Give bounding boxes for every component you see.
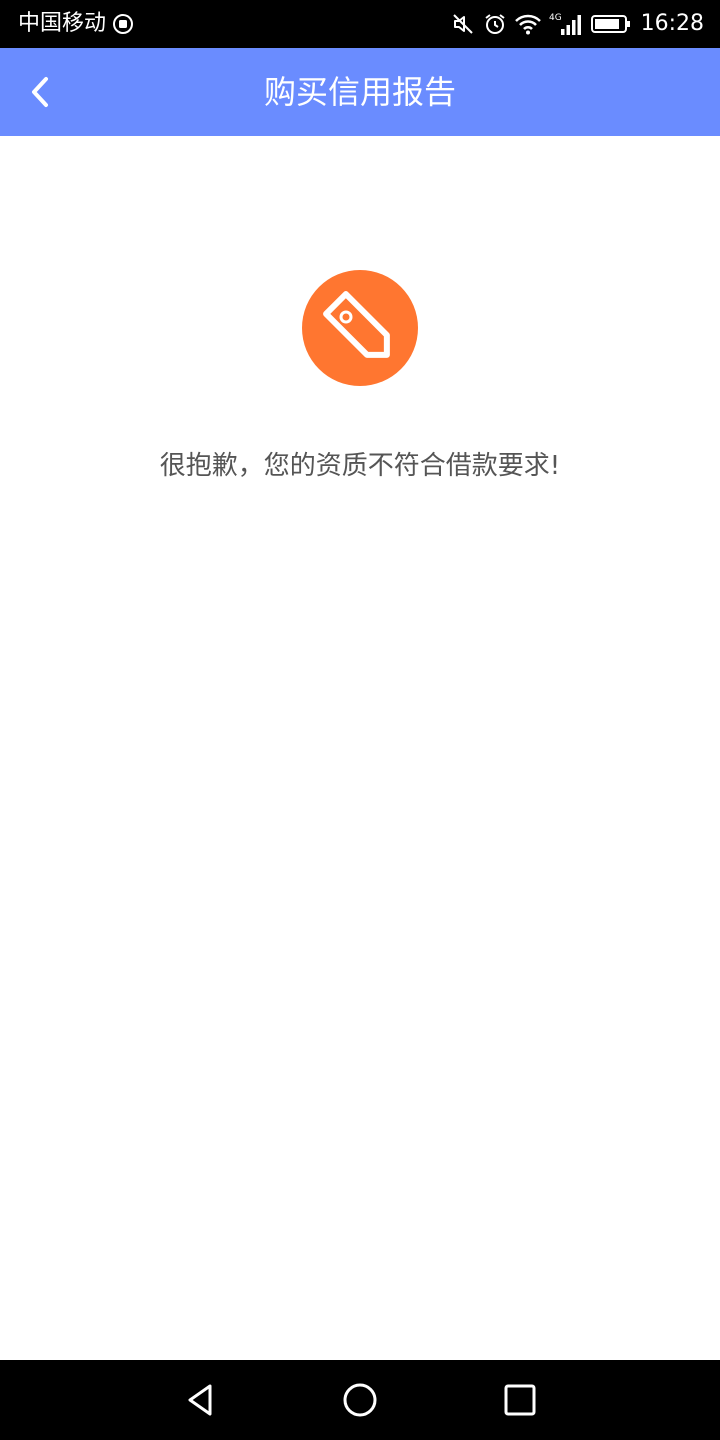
back-chevron-icon [32, 77, 48, 107]
page-title: 购买信用报告 [263, 73, 456, 111]
nav-home-button[interactable] [336, 1376, 384, 1424]
alarm-icon [483, 12, 507, 36]
back-button[interactable] [16, 67, 66, 117]
signal-icon: 4G [549, 11, 583, 37]
mute-icon [451, 12, 475, 36]
battery-icon [590, 14, 631, 34]
nav-back-button[interactable] [176, 1376, 224, 1424]
nav-back-icon [188, 1384, 212, 1416]
main-content: 很抱歉，您的资质不符合借款要求! [0, 136, 720, 1360]
carrier-name: 中国移动 [18, 11, 107, 36]
app-header: 购买信用报告 [0, 48, 720, 136]
status-bar: 中国移动 4G 16:28 [0, 0, 720, 48]
wifi-icon [514, 13, 541, 35]
nav-recents-button[interactable] [496, 1376, 544, 1424]
nav-recents-icon [504, 1384, 536, 1416]
ineligible-message: 很抱歉，您的资质不符合借款要求! [159, 451, 561, 481]
carrier-shield-icon [112, 13, 134, 35]
status-icons: 4G 16:28 [443, 9, 704, 39]
nav-home-icon [343, 1383, 377, 1417]
carrier-info: 中国移动 [18, 9, 134, 39]
system-nav-bar [0, 1360, 720, 1440]
price-tag-icon [323, 291, 390, 358]
clock: 16:28 [640, 11, 704, 36]
tag-badge [302, 270, 418, 386]
network-type: 4G [549, 13, 562, 23]
